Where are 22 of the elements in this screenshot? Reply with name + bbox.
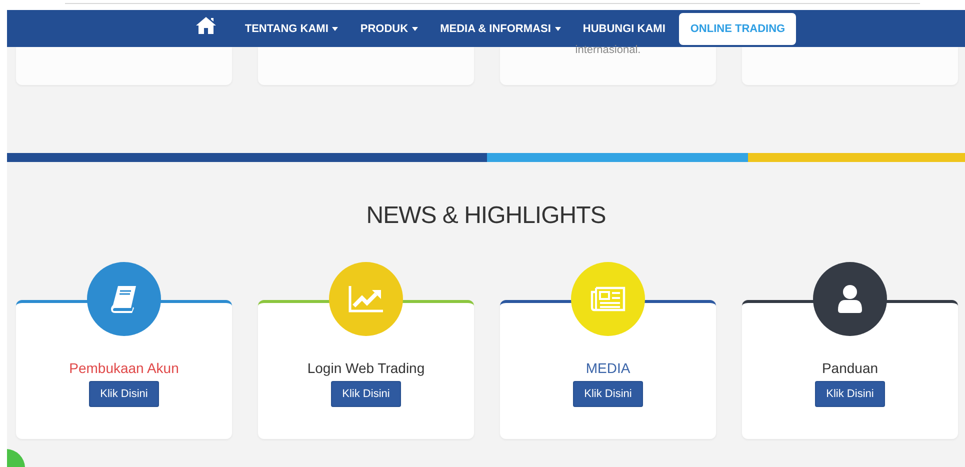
card-title: Login Web Trading: [307, 360, 425, 376]
caret-icon: [332, 26, 338, 30]
nav-link[interactable]: PRODUK: [349, 22, 430, 34]
line-chart-icon: [348, 285, 384, 313]
click-here-button[interactable]: Klik Disini: [331, 381, 401, 407]
nav-link[interactable]: TENTANG KAMI: [234, 22, 350, 34]
card-title: MEDIA: [586, 360, 630, 376]
section-heading: NEWS & HIGHLIGHTS: [365, 202, 607, 230]
user-icon: [838, 285, 862, 313]
nav-link[interactable]: MEDIA & INFORMASI: [429, 22, 572, 34]
home-icon[interactable]: [196, 17, 216, 34]
newspaper-icon: [590, 286, 626, 312]
click-here-button[interactable]: Klik Disini: [815, 381, 885, 407]
click-here-button[interactable]: Klik Disini: [89, 381, 159, 407]
caret-icon: [412, 26, 418, 30]
card-text: internasional.: [575, 43, 641, 57]
book-icon: [111, 285, 137, 313]
nav-link[interactable]: HUBUNGI KAMI: [572, 22, 676, 34]
card-title: Panduan: [822, 360, 878, 376]
caret-icon: [554, 26, 561, 30]
card-title: Pembukaan Akun: [69, 360, 179, 376]
click-here-button[interactable]: Klik Disini: [573, 381, 643, 407]
